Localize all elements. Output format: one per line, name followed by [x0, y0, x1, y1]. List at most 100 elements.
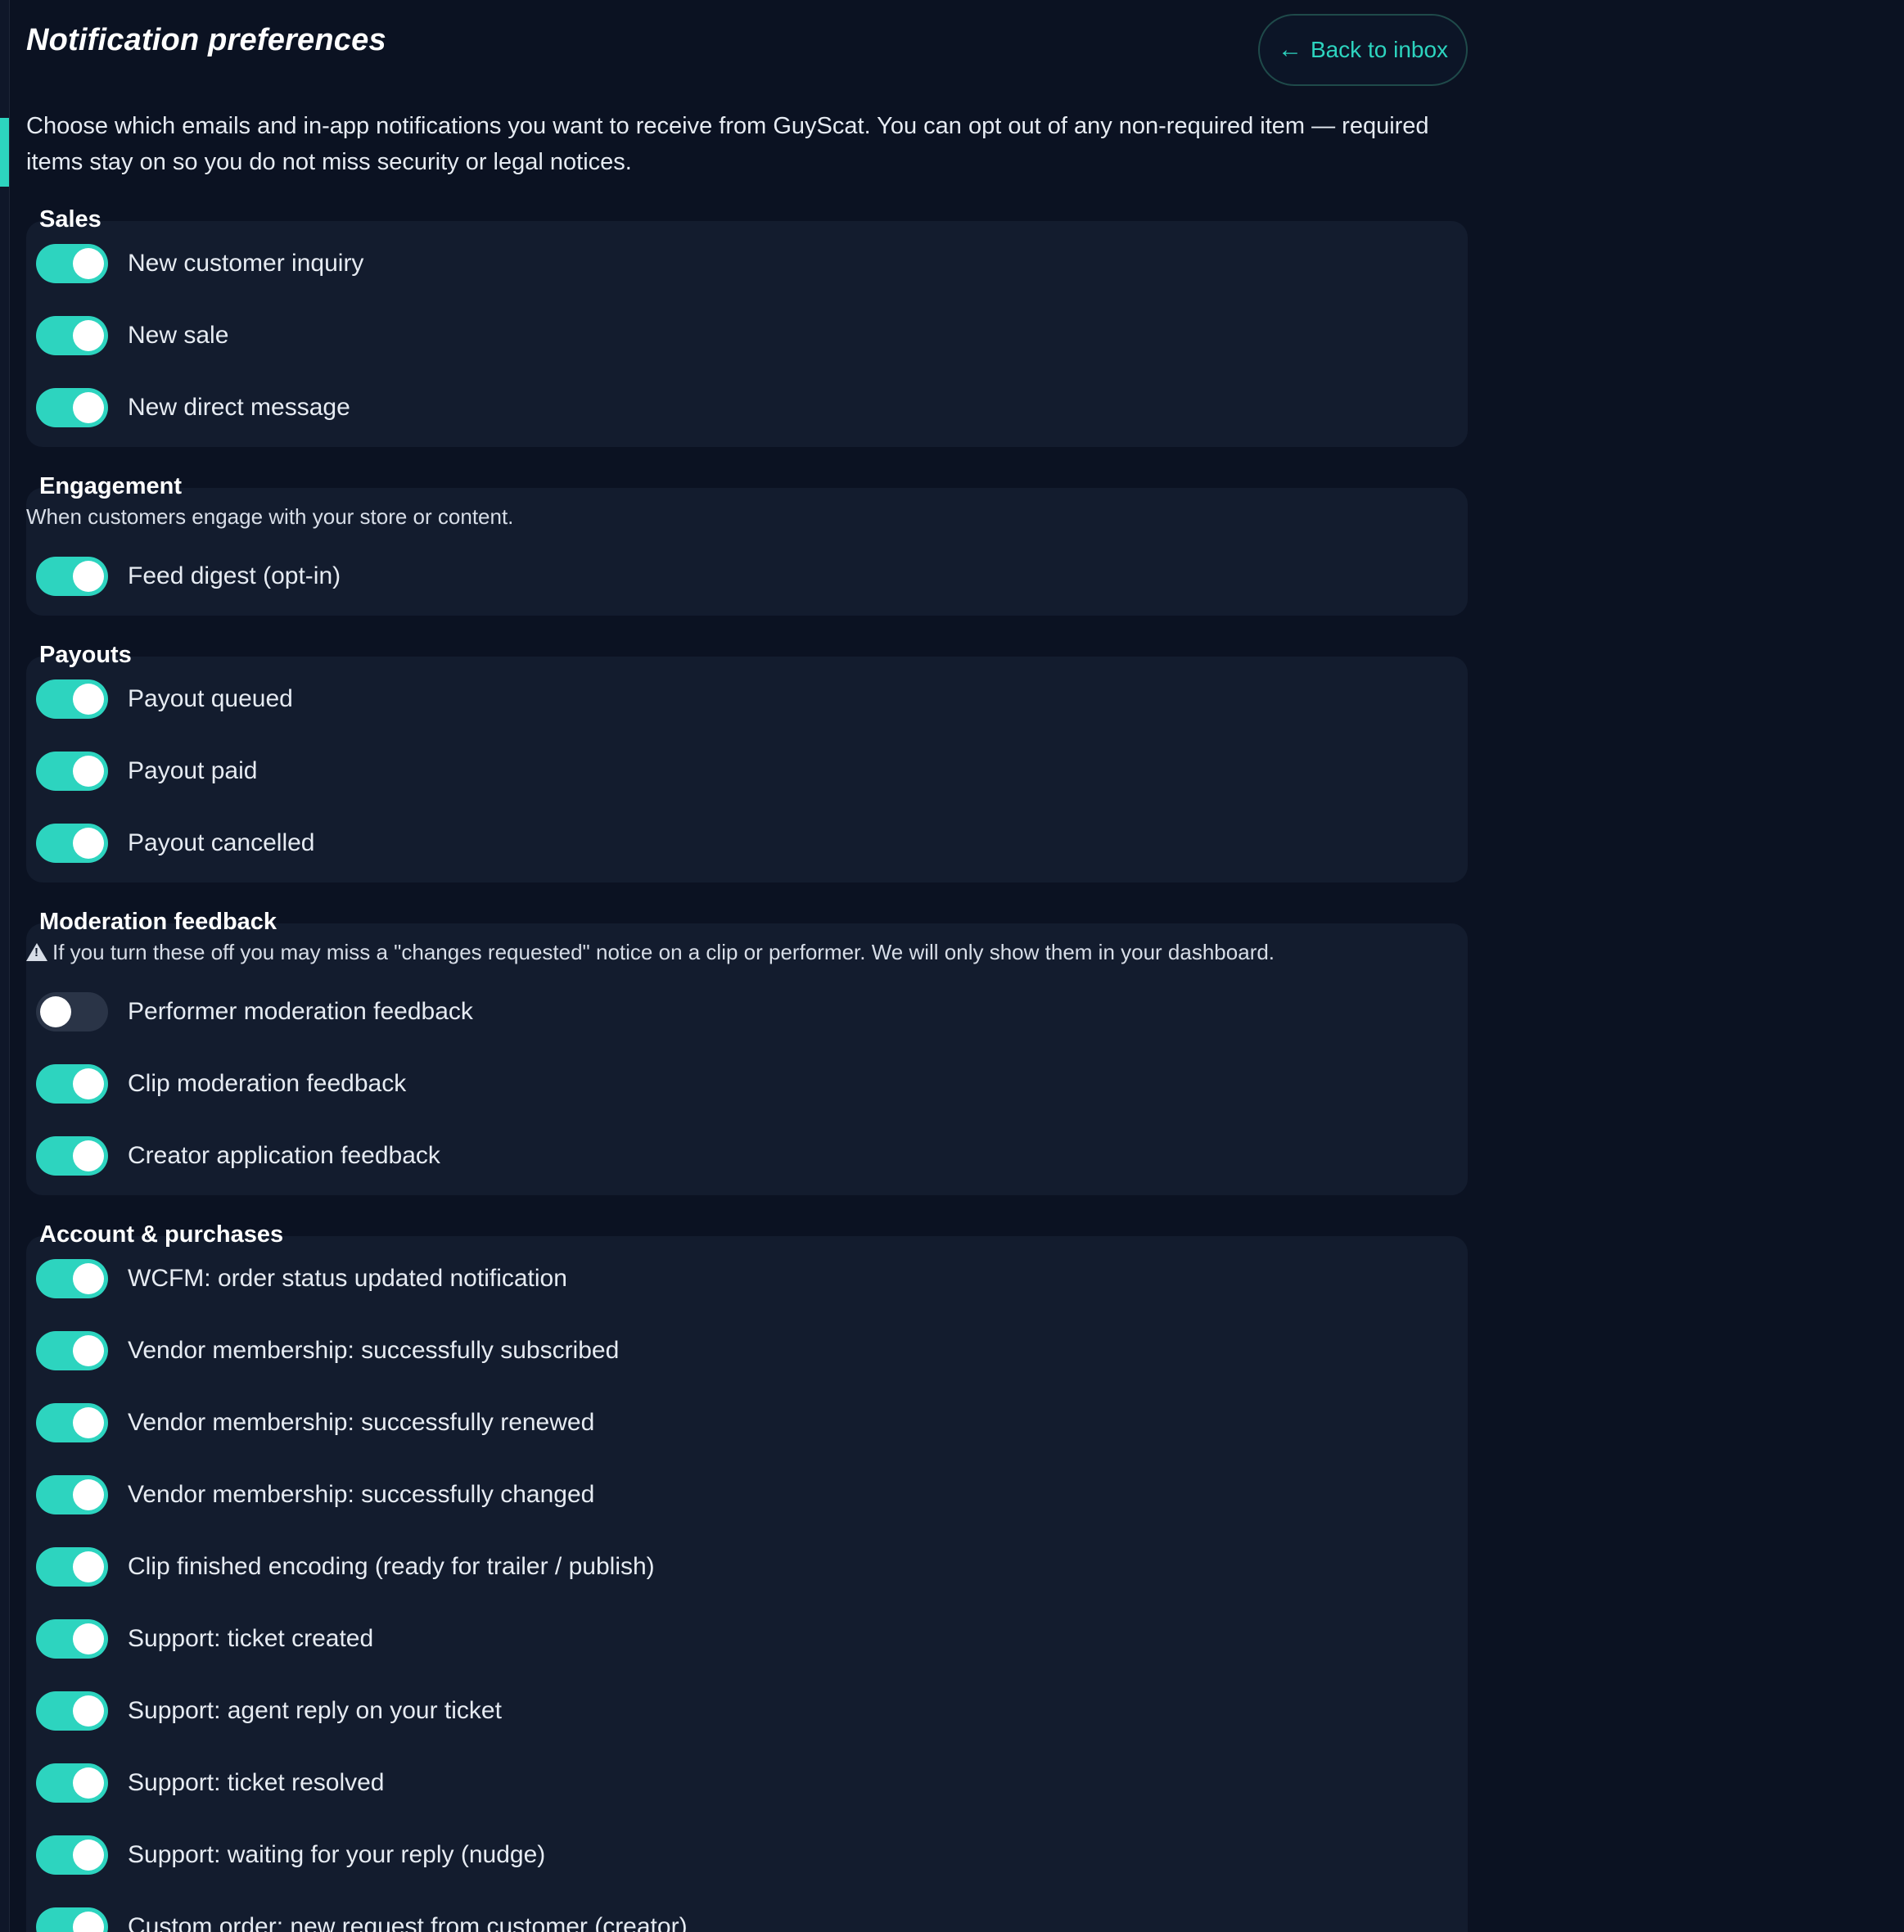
- toggle-label: Performer moderation feedback: [128, 998, 473, 1025]
- toggle-row: Payout queued: [26, 663, 1468, 735]
- toggle-switch[interactable]: [36, 316, 108, 355]
- toggle-label: Payout paid: [128, 757, 258, 784]
- toggle-knob: [73, 1767, 104, 1799]
- toggle-switch[interactable]: [36, 752, 108, 791]
- toggle-label: Vendor membership: successfully renewed: [128, 1409, 595, 1436]
- warning-icon: [26, 943, 47, 961]
- toggle-row: Payout paid: [26, 735, 1468, 807]
- section-description-wrap: When customers engage with your store or…: [26, 494, 1468, 540]
- toggle-label: Creator application feedback: [128, 1142, 440, 1169]
- toggle-switch[interactable]: [36, 1691, 108, 1731]
- page-header: Notification preferences ← Back to inbox: [26, 0, 1468, 88]
- toggle-label: Vendor membership: successfully subscrib…: [128, 1337, 620, 1364]
- active-indicator: [0, 118, 9, 187]
- toggle-switch[interactable]: [36, 1547, 108, 1587]
- toggle-knob: [73, 1695, 104, 1727]
- toggle-row: Performer moderation feedback: [26, 976, 1468, 1048]
- toggle-switch[interactable]: [36, 1259, 108, 1298]
- page-title: Notification preferences: [26, 23, 386, 57]
- toggle-switch[interactable]: [36, 1619, 108, 1659]
- toggle-switch[interactable]: [36, 679, 108, 719]
- section-card: Payout queued Payout paid Payout cancell…: [26, 657, 1468, 882]
- toggle-label: Custom order: new request from customer …: [128, 1913, 688, 1932]
- toggle-row: Support: agent reply on your ticket: [26, 1675, 1468, 1747]
- section-card: WCFM: order status updated notification …: [26, 1236, 1468, 1932]
- toggle-label: New sale: [128, 322, 229, 349]
- section-card: If you turn these off you may miss a "ch…: [26, 923, 1468, 1195]
- section-account-purchases: Account & purchases WCFM: order status u…: [26, 1221, 1468, 1932]
- toggle-row: Vendor membership: successfully renewed: [26, 1387, 1468, 1459]
- toggle-knob: [73, 392, 104, 423]
- toggle-label: Payout cancelled: [128, 829, 315, 856]
- toggle-label: Clip finished encoding (ready for traile…: [128, 1553, 655, 1580]
- toggle-knob: [73, 684, 104, 715]
- section-description: If you turn these off you may miss a "ch…: [52, 940, 1275, 964]
- section-warning: If you turn these off you may miss a "ch…: [26, 935, 1468, 966]
- toggle-switch[interactable]: [36, 1403, 108, 1442]
- section-title: Account & purchases: [39, 1221, 284, 1248]
- toggle-knob: [73, 756, 104, 787]
- section-engagement: Engagement When customers engage with yo…: [26, 473, 1468, 616]
- section-payouts: Payouts Payout queued Payout paid Payout…: [26, 642, 1468, 882]
- toggle-switch[interactable]: [36, 992, 108, 1031]
- toggle-label: Support: agent reply on your ticket: [128, 1697, 502, 1724]
- toggle-knob: [73, 1551, 104, 1582]
- toggle-row: Creator application feedback: [26, 1120, 1468, 1192]
- toggle-knob: [73, 1623, 104, 1654]
- section-moderation-feedback: Moderation feedback If you turn these of…: [26, 909, 1468, 1195]
- toggle-row: Support: waiting for your reply (nudge): [26, 1819, 1468, 1891]
- toggle-label: New direct message: [128, 394, 350, 421]
- toggle-knob: [73, 1407, 104, 1438]
- toggle-switch[interactable]: [36, 1835, 108, 1875]
- section-card: New customer inquiry New sale New direct…: [26, 221, 1468, 447]
- toggle-switch[interactable]: [36, 388, 108, 427]
- toggle-knob: [73, 828, 104, 859]
- back-to-inbox-label: Back to inbox: [1310, 37, 1449, 62]
- toggle-knob: [73, 1912, 104, 1932]
- toggle-switch[interactable]: [36, 1331, 108, 1370]
- left-rail: [0, 0, 10, 1932]
- section-title: Engagement: [39, 473, 183, 499]
- toggle-row: Payout cancelled: [26, 807, 1468, 879]
- toggle-switch[interactable]: [36, 1136, 108, 1176]
- toggle-label: Clip moderation feedback: [128, 1070, 407, 1097]
- toggle-label: New customer inquiry: [128, 250, 364, 277]
- toggle-knob: [73, 1140, 104, 1171]
- intro-text: Choose which emails and in-app notificat…: [26, 113, 1429, 175]
- main-content: Notification preferences ← Back to inbox…: [26, 0, 1468, 1932]
- toggle-row: Clip finished encoding (ready for traile…: [26, 1531, 1468, 1603]
- toggle-switch[interactable]: [36, 1907, 108, 1932]
- toggle-knob: [73, 561, 104, 592]
- toggle-row: Feed digest (opt-in): [26, 540, 1468, 612]
- toggle-row: Support: ticket resolved: [26, 1747, 1468, 1819]
- toggle-knob: [73, 1839, 104, 1871]
- toggle-knob: [73, 248, 104, 279]
- back-to-inbox-button[interactable]: ← Back to inbox: [1258, 14, 1468, 86]
- toggle-row: Vendor membership: successfully changed: [26, 1459, 1468, 1531]
- section-title: Sales: [39, 206, 102, 232]
- toggle-row: Vendor membership: successfully subscrib…: [26, 1315, 1468, 1387]
- section-description: When customers engage with your store or…: [26, 504, 514, 529]
- section-title: Payouts: [39, 642, 132, 668]
- section-card: When customers engage with your store or…: [26, 488, 1468, 616]
- toggle-row: New sale: [26, 300, 1468, 372]
- toggle-row: Clip moderation feedback: [26, 1048, 1468, 1120]
- toggle-switch[interactable]: [36, 824, 108, 863]
- toggle-row: Custom order: new request from customer …: [26, 1891, 1468, 1932]
- toggle-switch[interactable]: [36, 1763, 108, 1803]
- toggle-switch[interactable]: [36, 1475, 108, 1514]
- toggle-knob: [73, 1068, 104, 1099]
- toggle-switch[interactable]: [36, 557, 108, 596]
- toggle-knob: [73, 1479, 104, 1510]
- toggle-label: WCFM: order status updated notification: [128, 1265, 567, 1292]
- toggle-label: Vendor membership: successfully changed: [128, 1481, 595, 1508]
- toggle-label: Support: ticket resolved: [128, 1769, 385, 1796]
- notification-preferences-page: Notification preferences ← Back to inbox…: [0, 0, 1904, 1932]
- toggle-switch[interactable]: [36, 244, 108, 283]
- section-sales: Sales New customer inquiry New sale New …: [26, 206, 1468, 447]
- toggle-row: Support: ticket created: [26, 1603, 1468, 1675]
- toggle-knob: [40, 996, 71, 1027]
- toggle-knob: [73, 1263, 104, 1294]
- toggle-switch[interactable]: [36, 1064, 108, 1104]
- toggle-label: Support: ticket created: [128, 1625, 374, 1652]
